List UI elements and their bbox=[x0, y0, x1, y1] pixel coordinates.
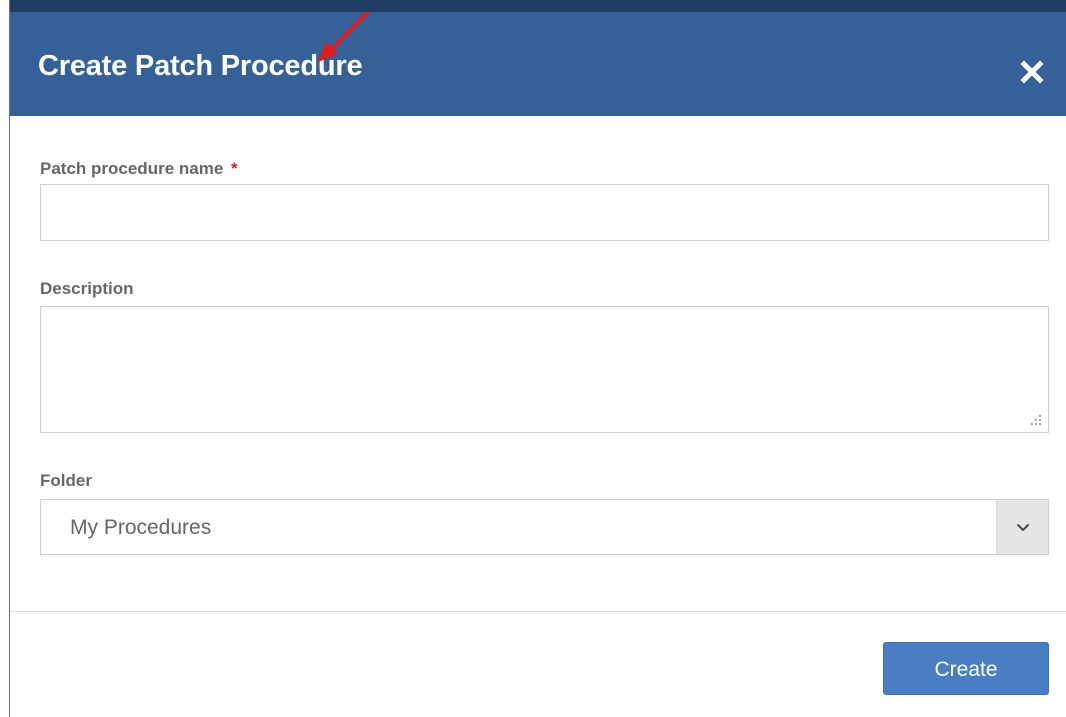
description-textarea[interactable] bbox=[40, 306, 1049, 433]
folder-selected-value: My Procedures bbox=[70, 516, 212, 539]
dialog-title: Create Patch Procedure bbox=[38, 50, 363, 82]
folder-label: Folder bbox=[40, 471, 92, 490]
description-label: Description bbox=[40, 279, 134, 298]
close-button[interactable] bbox=[1014, 54, 1050, 90]
footer-divider bbox=[10, 611, 1066, 612]
create-button[interactable]: Create bbox=[883, 642, 1049, 695]
chevron-down-icon[interactable] bbox=[1015, 520, 1031, 536]
close-icon[interactable] bbox=[1014, 54, 1050, 90]
patch-procedure-name-label-text: Patch procedure name bbox=[40, 159, 224, 178]
create-patch-procedure-dialog: Create Patch Procedure Patch procedure n… bbox=[10, 12, 1066, 717]
folder-select-arrow-button[interactable] bbox=[996, 500, 1048, 554]
top-window-bar bbox=[0, 0, 1066, 12]
screenshot-stage: Create Patch Procedure Patch procedure n… bbox=[0, 0, 1066, 717]
patch-procedure-name-label: Patch procedure name * bbox=[40, 158, 238, 180]
resize-grip-icon[interactable] bbox=[1029, 413, 1043, 427]
required-marker: * bbox=[231, 159, 238, 178]
folder-select[interactable]: My Procedures bbox=[40, 499, 1049, 555]
patch-procedure-name-input[interactable] bbox=[40, 184, 1049, 241]
left-window-edge bbox=[0, 0, 10, 717]
dialog-header: Create Patch Procedure bbox=[10, 12, 1066, 116]
